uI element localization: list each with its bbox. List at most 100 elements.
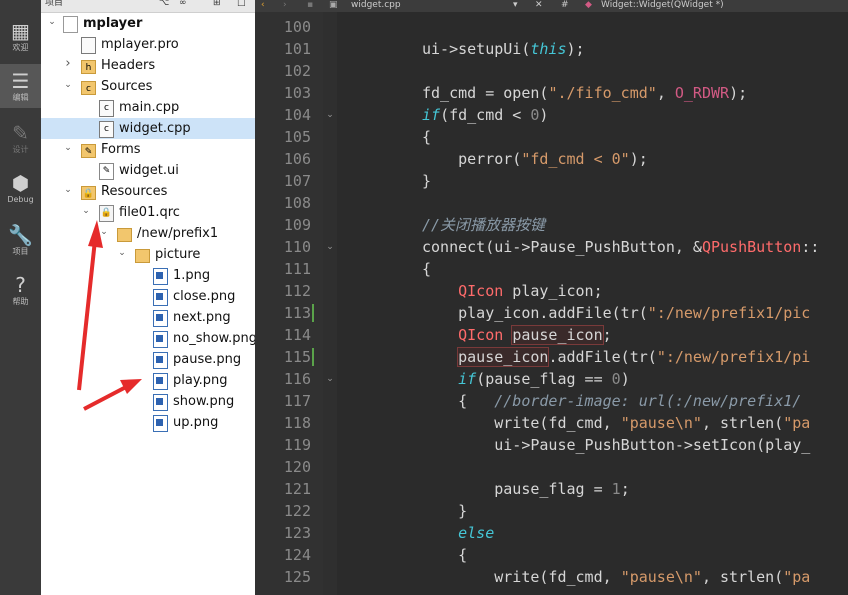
chevron-down-icon[interactable]: ⌄	[63, 143, 73, 153]
code-editor[interactable]: ui->setupUi(this); fd_cmd = open("./fifo_…	[337, 12, 848, 595]
tree-item-label: main.cpp	[119, 100, 180, 115]
code-line[interactable]: ui->Pause_PushButton->setIcon(play_	[422, 434, 810, 456]
fold-marker-icon[interactable]: ⌄	[323, 236, 337, 258]
split-icon[interactable]: ⊞	[213, 0, 221, 8]
tree-item-label: Sources	[101, 79, 153, 94]
tree-item-widget-cpp[interactable]: c widget.cpp	[41, 118, 255, 139]
tree-item-resources[interactable]: ⌄ 🔒 Resources	[41, 181, 255, 202]
folder-icon	[117, 228, 132, 242]
mode-design[interactable]: ✎ 设计	[0, 116, 41, 160]
change-marker	[312, 348, 314, 366]
code-line[interactable]: }	[422, 170, 431, 192]
code-line[interactable]: pause_flag = 1;	[422, 478, 629, 500]
link-icon[interactable]: ∞	[179, 0, 187, 8]
tree-item-mplayer-pro[interactable]: mplayer.pro	[41, 34, 255, 55]
tree-item-play-png[interactable]: play.png	[41, 370, 255, 391]
headers-folder-icon: h	[81, 60, 96, 74]
mode-grid[interactable]: ▦ 欢迎	[0, 14, 41, 58]
tree-item-close-png[interactable]: close.png	[41, 286, 255, 307]
tree-item-widget-ui[interactable]: ✎ widget.ui	[41, 160, 255, 181]
tree-item-no-show-png[interactable]: no_show.png	[41, 328, 257, 349]
mode-label: 欢迎	[12, 43, 29, 52]
mode-debug[interactable]: ⬢ Debug	[0, 166, 41, 210]
code-line[interactable]: pause_icon.addFile(tr(":/new/prefix1/pi	[422, 346, 810, 368]
code-line[interactable]: if(pause_flag == 0)	[422, 368, 630, 390]
fold-marker-icon[interactable]: ⌄	[323, 368, 337, 390]
pro-file-icon	[81, 37, 96, 54]
mode-label: 编辑	[12, 93, 29, 102]
code-line[interactable]: write(fd_cmd, "pause\n", strlen("pa	[422, 566, 810, 588]
code-line[interactable]: ui->setupUi(this);	[422, 38, 585, 60]
code-line[interactable]: play_icon.addFile(tr(":/new/prefix1/pic	[422, 302, 810, 324]
mode-label: 设计	[12, 145, 29, 154]
resources-folder-icon: 🔒	[81, 186, 96, 200]
tree-item-label: Headers	[101, 58, 156, 73]
code-line[interactable]: }	[422, 500, 467, 522]
line-number: 113	[283, 304, 311, 322]
chevron-down-icon[interactable]: ⌄	[47, 17, 57, 27]
chevron-down-icon[interactable]: ⌄	[81, 206, 91, 216]
file-dropdown-icon[interactable]: ▾	[513, 0, 518, 10]
png-file-icon	[153, 394, 168, 411]
chevron-down-icon[interactable]: ⌄	[99, 227, 109, 237]
mode-edit[interactable]: ☰ 编辑	[0, 64, 41, 108]
fold-margin: ⌄ ⌄ ⌄	[323, 12, 337, 595]
tree-item-forms[interactable]: ⌄ ✎ Forms	[41, 139, 255, 160]
tree-item-new-prefix1[interactable]: ⌄ /new/prefix1	[41, 223, 255, 244]
code-line[interactable]: {	[422, 258, 431, 280]
line-number: 115	[283, 348, 311, 366]
line-number: 103	[283, 84, 311, 102]
code-line[interactable]: fd_cmd = open("./fifo_cmd", O_RDWR);	[422, 82, 747, 104]
chevron-down-icon[interactable]: ⌄	[63, 80, 73, 90]
tree-item-pause-png[interactable]: pause.png	[41, 349, 255, 370]
close-document-icon[interactable]: ✕	[535, 0, 543, 10]
close-panel-icon[interactable]: □	[237, 0, 246, 8]
tree-item-show-png[interactable]: show.png	[41, 391, 255, 412]
code-line[interactable]: {	[422, 126, 431, 148]
forward-icon[interactable]: ›	[283, 0, 287, 10]
mode-help[interactable]: ? 帮助	[0, 268, 41, 312]
code-line[interactable]: //关闭播放器按键	[422, 214, 545, 236]
tree-item-next-png[interactable]: next.png	[41, 307, 255, 328]
png-file-icon	[153, 310, 168, 327]
mode-label: 项目	[12, 247, 29, 256]
folder-icon	[135, 249, 150, 263]
file-type-icon: ▣	[329, 0, 338, 10]
code-line[interactable]: write(fd_cmd, "pause\n", strlen("pa	[422, 412, 810, 434]
tree-item-sources[interactable]: ⌄ c Sources	[41, 76, 255, 97]
chevron-down-icon[interactable]: ⌄	[117, 248, 127, 258]
code-line[interactable]: { //border-image: url(:/new/prefix1/	[422, 390, 801, 412]
code-line[interactable]: QIcon play_icon;	[422, 280, 603, 302]
tree-item-1-png[interactable]: 1.png	[41, 265, 255, 286]
line-number: 105	[283, 128, 311, 146]
chevron-down-icon[interactable]: ⌄	[63, 185, 73, 195]
tree-item-label: Resources	[101, 184, 168, 199]
code-line[interactable]: perror("fd_cmd < 0");	[422, 148, 648, 170]
fold-marker-icon[interactable]: ⌄	[323, 104, 337, 126]
tree-item-headers[interactable]: › h Headers	[41, 55, 255, 76]
help-icon: ?	[15, 273, 26, 297]
project-view-selector[interactable]: 项目	[45, 0, 63, 8]
tree-item-mplayer[interactable]: ⌄ mplayer	[41, 13, 255, 34]
code-line[interactable]: if(fd_cmd < 0)	[422, 104, 548, 126]
symbol-hash: #	[561, 0, 569, 10]
filter-icon[interactable]: ⌥	[159, 0, 169, 8]
tree-item-main-cpp[interactable]: c main.cpp	[41, 97, 255, 118]
tree-item-up-png[interactable]: up.png	[41, 412, 255, 433]
line-number: 125	[283, 568, 311, 586]
line-number: 122	[283, 502, 311, 520]
qrc-file-icon: 🔒	[99, 205, 114, 222]
tree-item-picture[interactable]: ⌄ picture	[41, 244, 255, 265]
back-icon[interactable]: ‹	[261, 0, 265, 10]
line-number: 104	[283, 106, 311, 124]
code-line[interactable]: QIcon pause_icon;	[422, 324, 612, 346]
code-line[interactable]: connect(ui->Pause_PushButton, &QPushButt…	[422, 236, 819, 258]
symbol-selector[interactable]: Widget::Widget(QWidget *)	[601, 0, 724, 10]
code-line[interactable]: {	[422, 544, 467, 566]
code-line[interactable]: else	[422, 522, 494, 544]
line-number: 106	[283, 150, 311, 168]
tree-item-file01-qrc[interactable]: ⌄ 🔒 file01.qrc	[41, 202, 255, 223]
mode-wrench[interactable]: 🔧 项目	[0, 218, 41, 262]
chevron-right-icon[interactable]: ›	[63, 56, 73, 71]
open-file-selector[interactable]: widget.cpp	[351, 0, 401, 10]
